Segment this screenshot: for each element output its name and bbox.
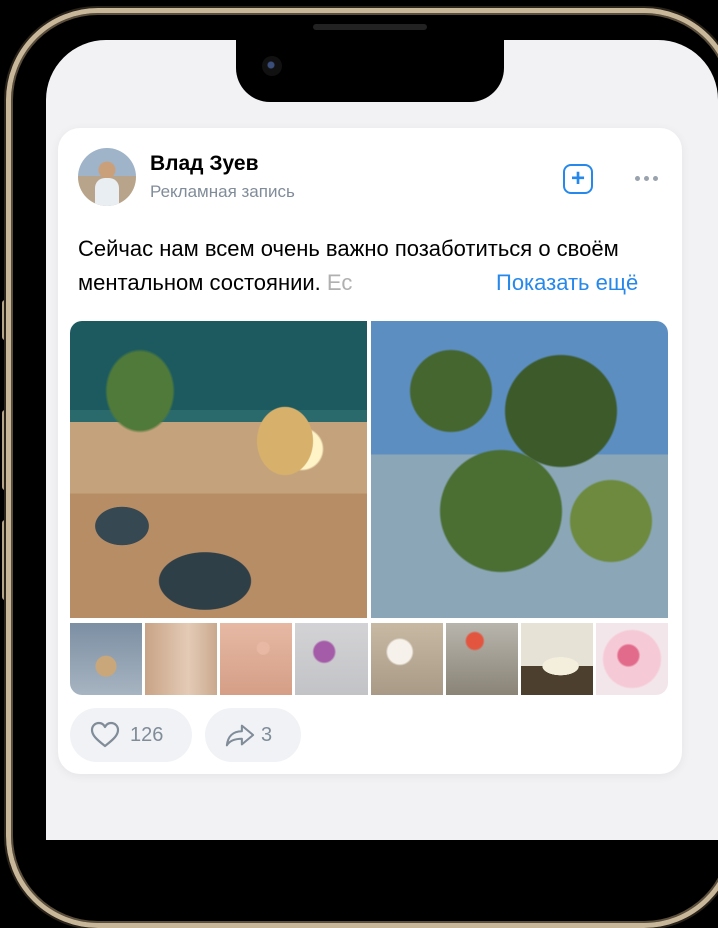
more-dot — [643, 175, 649, 181]
plus-square-icon: + — [570, 165, 585, 192]
photo-tree[interactable] — [371, 321, 668, 618]
post-text-fade: Ес — [326, 270, 353, 295]
photo-thumbnail[interactable] — [595, 623, 668, 695]
share-arrow-icon — [225, 720, 255, 750]
post-subtitle: Рекламная запись — [150, 182, 295, 201]
front-camera — [262, 56, 282, 76]
photo-thumbnail[interactable] — [145, 623, 218, 695]
heart-outline-icon — [90, 720, 120, 750]
phone-speaker — [313, 24, 427, 30]
photo-thumbnail[interactable] — [370, 623, 443, 695]
photo-thumbnail[interactable] — [220, 623, 293, 695]
share-count: 3 — [261, 723, 273, 746]
show-more-link[interactable]: Показать ещё — [490, 266, 639, 300]
photo-thumbnail[interactable] — [520, 623, 593, 695]
avatar[interactable] — [78, 148, 136, 206]
more-options-button[interactable] — [630, 168, 662, 188]
more-dot — [652, 175, 658, 181]
share-button[interactable]: 3 — [205, 708, 301, 762]
more-dot — [634, 175, 640, 181]
post-author-name[interactable]: Влад Зуев — [150, 152, 259, 176]
photo-interior[interactable] — [70, 321, 367, 618]
photo-thumbnail[interactable] — [445, 623, 518, 695]
photo-thumbnails — [70, 623, 668, 695]
add-button[interactable]: + — [563, 164, 593, 194]
like-count: 126 — [130, 723, 164, 746]
like-button[interactable]: 126 — [70, 708, 192, 762]
post-card: Влад Зуев Рекламная запись + Сейчас нам … — [58, 128, 682, 774]
photo-thumbnail[interactable] — [295, 623, 368, 695]
photo-thumbnail[interactable] — [70, 623, 143, 695]
